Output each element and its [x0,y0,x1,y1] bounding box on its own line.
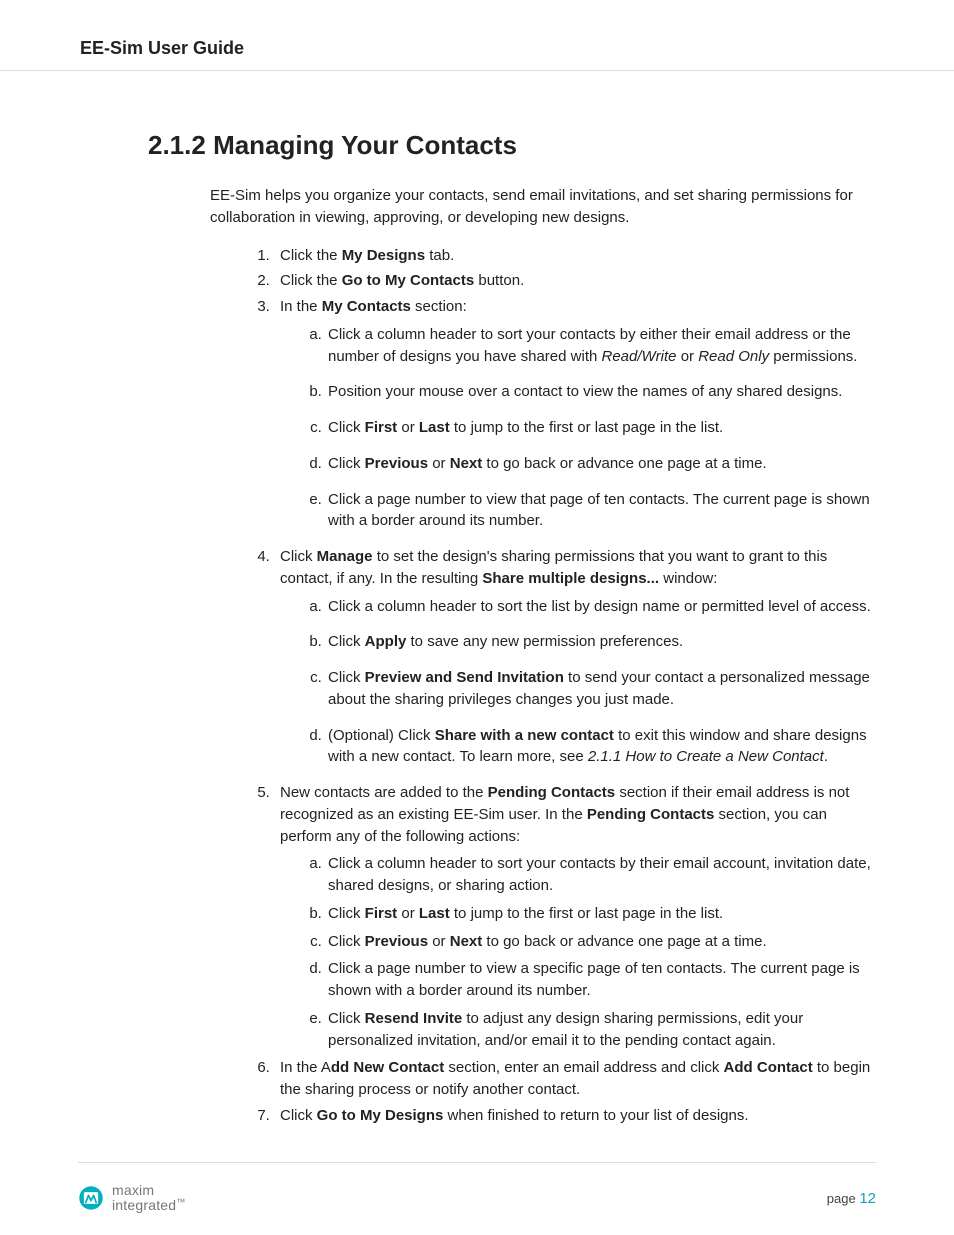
header-title: EE-Sim User Guide [80,38,954,59]
step-3d: Click Previous or Next to go back or adv… [326,453,874,475]
step-4: Click Manage to set the design's sharing… [274,546,874,768]
step-3b: Position your mouse over a contact to vi… [326,381,874,403]
maxim-logo-icon [78,1185,104,1211]
step-3: In the My Contacts section: Click a colu… [274,296,874,532]
step-4a: Click a column header to sort the list b… [326,596,874,618]
step-5c: Click Previous or Next to go back or adv… [326,931,874,953]
step-5d: Click a page number to view a specific p… [326,958,874,1002]
step-5b: Click First or Last to jump to the first… [326,903,874,925]
brand-logo-text: maxim integrated™ [112,1183,185,1212]
step-5a: Click a column header to sort your conta… [326,853,874,897]
footer-rule [78,1162,876,1163]
step-3e: Click a page number to view that page of… [326,489,874,533]
brand-line-1: maxim [112,1183,185,1198]
section-heading: 2.1.2 Managing Your Contacts [148,130,874,161]
step-5: New contacts are added to the Pending Co… [274,782,874,1051]
step-1: Click the My Designs tab. [274,245,874,267]
page-number-value: 12 [859,1190,876,1207]
header-rule [0,70,954,71]
page-label: page [827,1191,860,1206]
running-header: EE-Sim User Guide [0,0,954,59]
intro-paragraph: EE-Sim helps you organize your contacts,… [210,185,874,229]
step-4b: Click Apply to save any new permission p… [326,631,874,653]
step-3-sublist: Click a column header to sort your conta… [298,324,874,532]
steps-list: Click the My Designs tab. Click the Go t… [246,245,874,1127]
section-number: 2.1.2 [148,130,206,160]
page: EE-Sim User Guide 2.1.2 Managing Your Co… [0,0,954,1235]
step-5-sublist: Click a column header to sort your conta… [298,853,874,1051]
content: 2.1.2 Managing Your Contacts EE-Sim help… [148,130,874,1131]
step-5e: Click Resend Invite to adjust any design… [326,1008,874,1052]
step-4d: (Optional) Click Share with a new contac… [326,725,874,769]
step-3c: Click First or Last to jump to the first… [326,417,874,439]
brand-line-2: integrated™ [112,1198,185,1213]
brand-logo: maxim integrated™ [78,1183,185,1212]
step-6: In the Add New Contact section, enter an… [274,1057,874,1101]
page-number: page 12 [827,1190,876,1207]
step-4c: Click Preview and Send Invitation to sen… [326,667,874,711]
step-4-sublist: Click a column header to sort the list b… [298,596,874,769]
step-3a: Click a column header to sort your conta… [326,324,874,368]
footer: maxim integrated™ page 12 [78,1178,876,1218]
step-7: Click Go to My Designs when finished to … [274,1105,874,1127]
section-title: Managing Your Contacts [213,130,517,160]
step-2: Click the Go to My Contacts button. [274,270,874,292]
